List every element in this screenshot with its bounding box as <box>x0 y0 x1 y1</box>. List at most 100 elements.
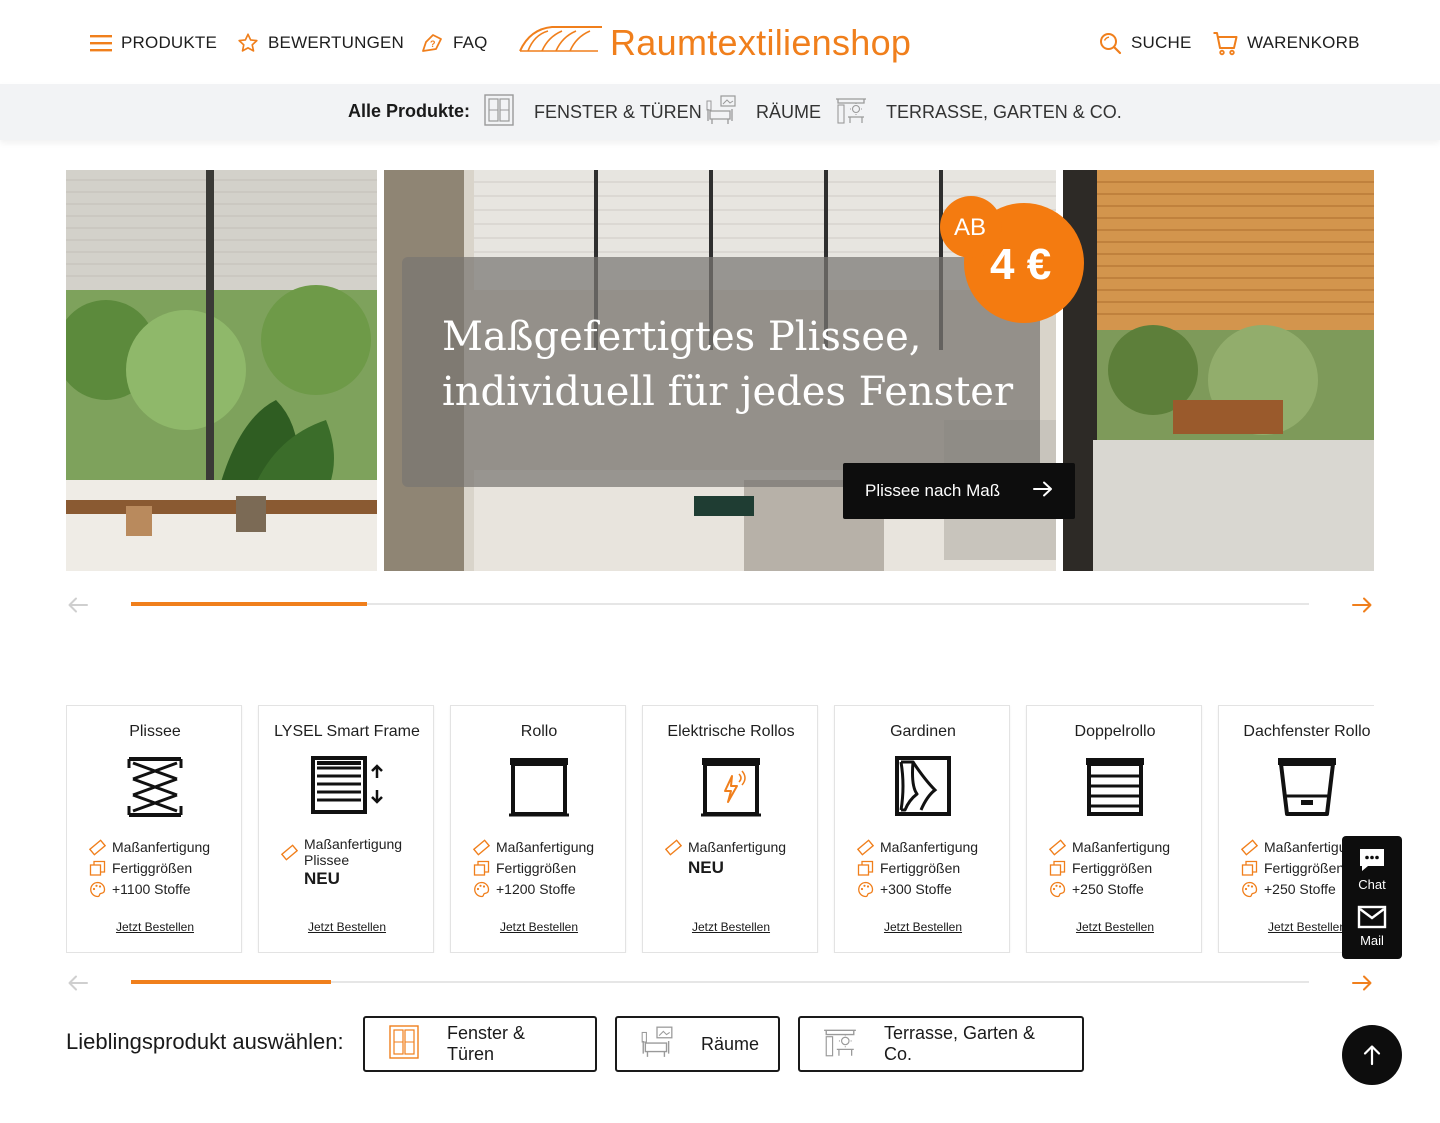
faq-icon: ? <box>420 31 444 55</box>
feature-text: Maßanfertigung <box>1072 839 1171 855</box>
category-fenster-tueren[interactable]: FENSTER & TÜREN <box>482 93 702 129</box>
product-card-plissee[interactable]: Plissee Maßanfertigung Fertiggrößen +110… <box>66 705 242 953</box>
feature-row: Fertiggrößen <box>1241 860 1344 877</box>
feature-text: Maßanfertigung <box>112 839 211 855</box>
category-bar-label: Alle Produkte: <box>348 101 471 121</box>
palette-icon <box>858 881 874 898</box>
product-card-title: Dachfenster Rollo <box>1243 723 1371 740</box>
products-next-arrow-icon[interactable] <box>1350 971 1374 995</box>
hero-prev-arrow-icon[interactable] <box>66 593 90 617</box>
double-rollo-icon <box>1086 758 1144 816</box>
chat-button[interactable]: Chat <box>1342 846 1402 892</box>
feature-text: +1200 Stoffe <box>496 881 576 897</box>
hero-slide-previous[interactable] <box>66 170 377 571</box>
new-badge: NEU <box>304 869 340 888</box>
category-raeume[interactable]: RÄUME <box>704 94 821 129</box>
roof-window-rollo-icon <box>1278 758 1336 816</box>
feature-row: +250 Stoffe <box>1049 881 1144 898</box>
scroll-to-top-button[interactable] <box>1342 1025 1402 1085</box>
mail-label: Mail <box>1360 933 1384 948</box>
arrow-right-icon <box>1033 481 1053 502</box>
feature-text: Fertiggrößen <box>1072 860 1153 876</box>
nav-warenkorb[interactable]: WARENKORB <box>1212 28 1360 58</box>
hero-carousel[interactable]: Maßgefertigtes Plissee, individuell für … <box>66 170 1374 571</box>
mail-icon <box>1357 905 1387 929</box>
hero-slide-next[interactable] <box>1063 170 1374 571</box>
palette-icon <box>474 881 490 898</box>
ruler-icon <box>857 839 874 856</box>
nav-faq-label: FAQ <box>453 33 488 52</box>
feature-text: Maßanfertigung <box>880 839 979 855</box>
sizes-icon <box>1241 860 1258 876</box>
order-now-link[interactable]: Jetzt Bestellen <box>1027 920 1203 934</box>
nav-warenkorb-label: WARENKORB <box>1247 33 1360 52</box>
hero-next-arrow-icon[interactable] <box>1350 593 1374 617</box>
svg-text:?: ? <box>430 39 436 49</box>
cart-icon <box>1212 30 1238 56</box>
order-now-link[interactable]: Jetzt Bestellen <box>643 920 819 934</box>
new-badge: NEU <box>688 858 724 877</box>
ruler-icon <box>281 844 298 861</box>
category-bar: Alle Produkte: FENSTER & TÜREN RÄUME TER… <box>0 84 1440 140</box>
nav-bewertungen-label: BEWERTUNGEN <box>268 33 405 52</box>
product-card-title: LYSEL Smart Frame <box>274 723 420 740</box>
feature-row: Fertiggrößen <box>857 860 960 877</box>
arrow-up-icon <box>1363 1045 1381 1066</box>
order-now-link[interactable]: Jetzt Bestellen <box>259 920 435 934</box>
order-now-link[interactable]: Jetzt Bestellen <box>67 920 243 934</box>
order-now-link[interactable]: Jetzt Bestellen <box>451 920 627 934</box>
palette-icon <box>1242 881 1258 898</box>
product-carousel[interactable]: Plissee Maßanfertigung Fertiggrößen +110… <box>66 705 1374 953</box>
product-card-title: Plissee <box>129 723 181 740</box>
menu-icon <box>90 34 112 52</box>
feature-row: Fertiggrößen <box>473 860 576 877</box>
product-card-title: Rollo <box>520 723 558 740</box>
ruler-icon <box>89 839 106 856</box>
product-card-rollo[interactable]: Rollo Maßanfertigung Fertiggrößen +1200 … <box>450 705 626 953</box>
products-prev-arrow-icon[interactable] <box>66 971 90 995</box>
product-card-lysel-smart-frame[interactable]: LYSEL Smart Frame Maßanfertigung Plissee… <box>258 705 434 953</box>
nav-suche[interactable]: SUCHE <box>1098 28 1192 58</box>
site-logo[interactable]: Raumtextilienshop <box>518 16 920 66</box>
ruler-icon <box>473 839 490 856</box>
favorite-terrasse-button[interactable]: Terrasse, Garten & Co. <box>798 1016 1084 1072</box>
favorite-fenster-tueren-button[interactable]: Fenster & Türen <box>363 1016 597 1072</box>
products-progress-track <box>131 980 1309 984</box>
hero-cta-button[interactable]: Plissee nach Maß <box>843 463 1075 519</box>
feature-text: Fertiggrößen <box>496 860 577 876</box>
nav-faq[interactable]: ? FAQ <box>420 28 488 58</box>
category-terrasse[interactable]: TERRASSE, GARTEN & CO. <box>834 95 1122 129</box>
favorite-raeume-button[interactable]: Räume <box>615 1016 780 1072</box>
product-card-title: Doppelrollo <box>1074 723 1156 740</box>
palette-icon <box>90 881 106 898</box>
product-card-elektrische-rollos[interactable]: Elektrische Rollos Maßanfertigung NEU Je… <box>642 705 818 953</box>
feature-row: +300 Stoffe <box>857 881 952 898</box>
products-progress-fill <box>131 980 331 984</box>
hero-slide-next-image <box>1063 170 1374 571</box>
product-card-title: Elektrische Rollos <box>667 723 795 740</box>
feature-row: Maßanfertigung Plissee <box>281 836 421 868</box>
feature-row: Fertiggrößen <box>89 860 192 877</box>
products-slider-nav <box>66 971 1374 995</box>
palette-icon <box>1050 881 1066 898</box>
sizes-icon <box>89 860 106 876</box>
feature-text: Fertiggrößen <box>880 860 961 876</box>
nav-bewertungen[interactable]: BEWERTUNGEN <box>237 28 404 58</box>
favorite-fenster-tueren-label: Fenster & Türen <box>447 1023 526 1064</box>
sizes-icon <box>857 860 874 876</box>
logo-curtain-icon <box>519 26 602 52</box>
feature-text: +250 Stoffe <box>1264 881 1336 897</box>
feature-row: Maßanfertigung <box>89 839 210 856</box>
feature-row: +250 Stoffe <box>1241 881 1336 898</box>
favorite-product-label: Lieblingsprodukt auswählen: <box>66 1029 344 1054</box>
ruler-icon <box>1241 839 1258 856</box>
feature-text: +1100 Stoffe <box>112 881 191 897</box>
favorite-raeume-label: Räume <box>701 1033 760 1054</box>
order-now-link[interactable]: Jetzt Bestellen <box>835 920 1011 934</box>
smart-frame-icon <box>311 756 383 814</box>
product-card-doppelrollo[interactable]: Doppelrollo Maßanfertigung Fertiggrößen … <box>1026 705 1202 953</box>
product-card-title: Gardinen <box>890 723 956 740</box>
product-card-gardinen[interactable]: Gardinen Maßanfertigung Fertiggrößen +30… <box>834 705 1010 953</box>
nav-produkte[interactable]: PRODUKTE <box>90 28 217 58</box>
mail-button[interactable]: Mail <box>1342 904 1402 948</box>
